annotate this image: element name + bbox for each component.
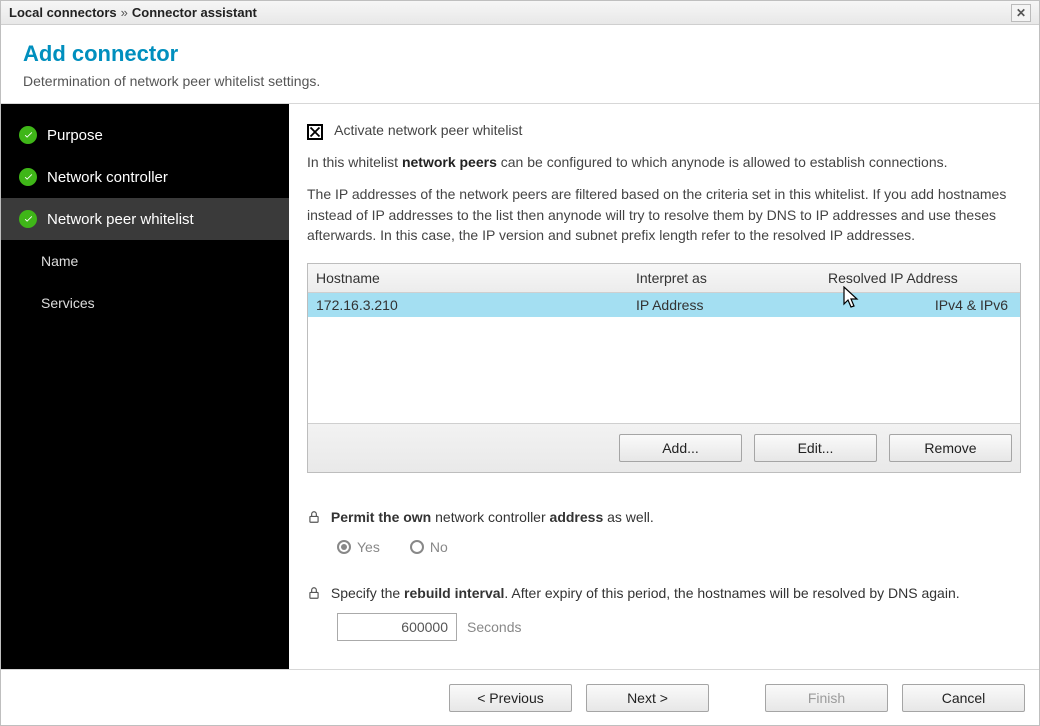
rebuild-interval-input[interactable] [337, 613, 457, 641]
step-services[interactable]: Services [1, 282, 289, 324]
cell-hostname: 172.16.3.210 [308, 293, 628, 317]
radio-icon [410, 540, 424, 554]
step-label: Services [41, 295, 95, 311]
step-purpose[interactable]: Purpose [1, 114, 289, 156]
window-close-button[interactable]: ✕ [1011, 4, 1031, 22]
breadcrumb-separator: » [121, 5, 128, 20]
table-body[interactable]: 172.16.3.210 IP Address IPv4 & IPv6 [308, 293, 1020, 423]
step-network-peer-whitelist[interactable]: Network peer whitelist [1, 198, 289, 240]
step-label: Purpose [47, 127, 103, 144]
interval-unit-label: Seconds [467, 619, 521, 635]
edit-button[interactable]: Edit... [754, 434, 877, 462]
check-icon [19, 210, 37, 228]
finish-button[interactable]: Finish [765, 684, 888, 712]
permit-yes-radio[interactable]: Yes [337, 539, 380, 555]
cell-interpret: IP Address [628, 293, 820, 317]
wizard-header: Add connector Determination of network p… [1, 25, 1039, 104]
col-header-hostname[interactable]: Hostname [308, 264, 628, 292]
whitelist-intro: In this whitelist network peers can be c… [307, 152, 1021, 172]
activate-whitelist-label: Activate network peer whitelist [334, 122, 522, 138]
lock-icon [307, 510, 321, 527]
rebuild-interval-row: Specify the rebuild interval. After expi… [307, 585, 1021, 641]
remove-button[interactable]: Remove [889, 434, 1012, 462]
activate-whitelist-row: Activate network peer whitelist [307, 122, 1021, 140]
breadcrumb-sub: Connector assistant [132, 5, 257, 20]
lock-icon [307, 586, 321, 603]
col-header-interpret[interactable]: Interpret as [628, 264, 820, 292]
col-header-resolved[interactable]: Resolved IP Address [820, 264, 1020, 292]
step-network-controller[interactable]: Network controller [1, 156, 289, 198]
title-bar: Local connectors » Connector assistant ✕ [1, 1, 1039, 25]
radio-label: No [430, 539, 448, 555]
permit-own-address-row: Permit the own network controller addres… [307, 509, 1021, 555]
close-icon: ✕ [1016, 6, 1026, 20]
wizard-content: Activate network peer whitelist In this … [289, 104, 1039, 669]
add-button[interactable]: Add... [619, 434, 742, 462]
cell-resolved: IPv4 & IPv6 [820, 293, 1020, 317]
permit-radios: Yes No [337, 539, 1021, 555]
permit-no-radio[interactable]: No [410, 539, 448, 555]
breadcrumb-root[interactable]: Local connectors [9, 5, 117, 20]
activate-whitelist-checkbox[interactable] [307, 124, 323, 140]
table-buttons: Add... Edit... Remove [308, 423, 1020, 472]
whitelist-table: Hostname Interpret as Resolved IP Addres… [307, 263, 1021, 473]
wizard-footer: < Previous Next > Finish Cancel [1, 669, 1039, 725]
next-button[interactable]: Next > [586, 684, 709, 712]
wizard-steps-sidebar: Purpose Network controller Network peer … [1, 104, 289, 669]
wizard-window: Local connectors » Connector assistant ✕… [0, 0, 1040, 726]
previous-button[interactable]: < Previous [449, 684, 572, 712]
page-subtitle: Determination of network peer whitelist … [23, 73, 1017, 89]
table-header-row: Hostname Interpret as Resolved IP Addres… [308, 264, 1020, 293]
step-label: Network peer whitelist [47, 211, 194, 228]
step-name[interactable]: Name [1, 240, 289, 282]
check-icon [19, 168, 37, 186]
step-label: Network controller [47, 169, 168, 186]
wizard-body: Purpose Network controller Network peer … [1, 104, 1039, 669]
whitelist-description: The IP addresses of the network peers ar… [307, 184, 1021, 245]
check-icon [19, 126, 37, 144]
radio-label: Yes [357, 539, 380, 555]
step-label: Name [41, 253, 78, 269]
table-row[interactable]: 172.16.3.210 IP Address IPv4 & IPv6 [308, 293, 1020, 317]
radio-icon [337, 540, 351, 554]
page-title: Add connector [23, 41, 1017, 67]
cancel-button[interactable]: Cancel [902, 684, 1025, 712]
x-mark-icon [309, 126, 321, 138]
